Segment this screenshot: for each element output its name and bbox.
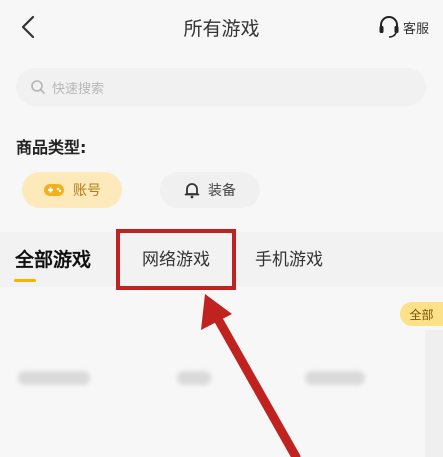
chip-equipment[interactable]: 装备: [160, 172, 260, 208]
list-item: [18, 371, 90, 385]
search-input[interactable]: 快速搜索: [16, 68, 426, 106]
active-tab-indicator: [14, 279, 36, 282]
headset-icon: [379, 16, 399, 38]
search-placeholder: 快速搜索: [52, 81, 105, 97]
page-title: 所有游戏: [183, 18, 260, 40]
product-type-label: 商品类型:: [16, 138, 87, 157]
tab-mobile-games[interactable]: 手机游戏: [255, 245, 323, 270]
list-item: [177, 371, 211, 385]
side-index-strip[interactable]: [425, 330, 443, 457]
chip-account-label: 账号: [73, 183, 101, 199]
list-item: [305, 371, 365, 385]
customer-service-button[interactable]: 客服: [378, 14, 429, 40]
gamepad-icon: [44, 184, 64, 196]
search-icon: [31, 80, 45, 94]
highlight-box: [116, 229, 236, 290]
chip-account[interactable]: 账号: [22, 172, 122, 208]
header-bar: 所有游戏 客服: [0, 0, 443, 56]
all-filter-badge[interactable]: 全部: [400, 302, 443, 326]
customer-service-label: 客服: [402, 21, 429, 37]
chip-equipment-label: 装备: [208, 183, 236, 199]
tab-all-games[interactable]: 全部游戏: [15, 245, 91, 272]
bell-icon: [184, 183, 200, 199]
